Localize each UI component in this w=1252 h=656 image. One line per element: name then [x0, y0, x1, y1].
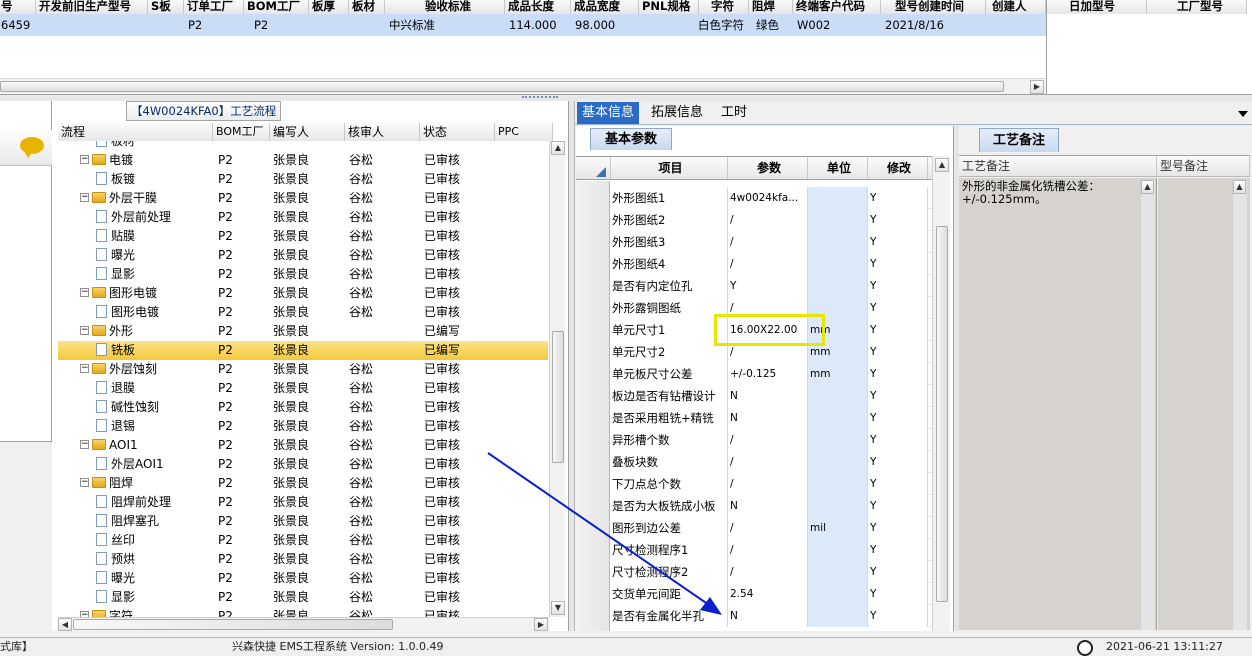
status-bar: 式库】 兴森快捷 EMS工程系统 Version: 1.0.0.49 2021-…: [0, 637, 1252, 656]
clock-icon: [1077, 640, 1093, 656]
annotation-arrow: [487, 452, 722, 615]
